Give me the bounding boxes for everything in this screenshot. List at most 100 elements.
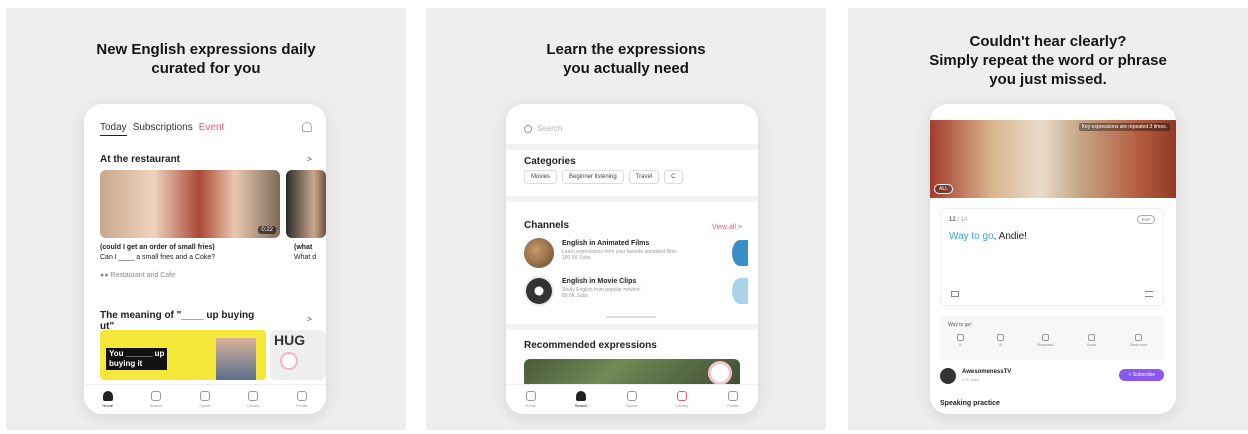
- channel-subs: 100.5K Subs: [562, 255, 591, 261]
- tab-label: Speak: [199, 403, 211, 408]
- film-reel-avatar: [524, 276, 554, 306]
- subtitle-line[interactable]: Way to go, Andie!: [949, 231, 1027, 242]
- tab-label: Search: [574, 403, 588, 408]
- action-more[interactable]: Show more: [1130, 334, 1147, 347]
- person-image: [216, 338, 256, 380]
- fullscreen-icon[interactable]: [1145, 291, 1153, 297]
- tab-label: Home: [102, 403, 114, 408]
- all-button[interactable]: ALL: [934, 184, 953, 194]
- channel-description: Learn expressions from your favorite ani…: [562, 249, 692, 261]
- tab-label: Speak: [626, 403, 638, 408]
- tab-profile[interactable]: Profile: [727, 391, 739, 408]
- category-chip[interactable]: Movies: [524, 170, 558, 184]
- channel-subs: 97K Subs: [962, 377, 980, 382]
- video-thumbnail[interactable]: You ______ up buying it: [100, 330, 266, 380]
- tab-search[interactable]: Search: [149, 391, 163, 408]
- action-b[interactable]: B: [997, 334, 1005, 347]
- speak-icon: [626, 391, 637, 401]
- bell-icon[interactable]: [302, 122, 312, 132]
- action-label: B: [999, 343, 1002, 347]
- card-subtitle: Can I ____ a small fries and a Coke?: [100, 254, 216, 261]
- bookmark-icon: [1041, 334, 1049, 341]
- channel-avatar[interactable]: [940, 368, 956, 384]
- channel-title: English in Animated Films: [562, 240, 650, 247]
- channel-item[interactable]: English in Movie Clips Study English fro…: [524, 276, 748, 306]
- actions-label: Way to go!: [948, 322, 972, 328]
- repeat-note: Key expressions are repeated 3 times.: [1078, 123, 1170, 131]
- tab-today[interactable]: Today: [100, 122, 127, 136]
- section-title-meaning: The meaning of "____ up buying ut": [100, 310, 255, 332]
- share-icon: [1087, 334, 1095, 341]
- highlighted-expression[interactable]: Way to go: [949, 231, 994, 242]
- panel-headline: Couldn't hear clearly? Simply repeat the…: [929, 33, 1167, 88]
- channels-title: Channels: [524, 220, 570, 231]
- thumb-icon: [956, 334, 964, 341]
- home-icon: [102, 391, 113, 401]
- channel-title: English in Movie Clips: [562, 278, 637, 285]
- side-caption: HUG: [274, 332, 306, 348]
- library-icon: [677, 391, 688, 401]
- subtitle-toggle-icon[interactable]: [951, 291, 959, 297]
- video-thumbnail[interactable]: 0:22: [100, 170, 280, 238]
- tab-label: Library: [676, 403, 689, 408]
- video-player[interactable]: Key expressions are repeated 3 times. AL…: [930, 120, 1176, 198]
- tab-subscriptions[interactable]: Subscriptions: [133, 122, 193, 136]
- video-caption: You ______ up buying it: [106, 348, 168, 370]
- action-bookmark[interactable]: Bookmark: [1037, 334, 1054, 347]
- tag-label: Restaurant and Cafe: [110, 272, 176, 279]
- chevron-right-icon[interactable]: >: [307, 154, 312, 164]
- phone-mockup: Key expressions are repeated 3 times. AL…: [930, 104, 1176, 414]
- action-share[interactable]: Share: [1087, 334, 1096, 347]
- search-input[interactable]: Search: [524, 124, 562, 133]
- home-icon: [525, 391, 536, 401]
- subtitle-rest: , Andie!: [993, 231, 1028, 242]
- tab-event[interactable]: Event: [199, 122, 225, 136]
- carousel-indicator: [606, 316, 656, 318]
- search-icon: [524, 124, 532, 133]
- panel-headline: New English expressions daily curated fo…: [96, 41, 316, 77]
- category-chip[interactable]: Beginner listening: [562, 170, 624, 184]
- tab-label: Profile: [296, 403, 308, 408]
- tab-library[interactable]: Library: [247, 391, 260, 408]
- expression-actions: Way to go! A B Bookmark Share Show more: [940, 316, 1164, 360]
- tab-home[interactable]: Home: [525, 391, 536, 408]
- video-thumbnail-next[interactable]: HUG: [270, 330, 326, 380]
- category-chip[interactable]: Travel: [628, 170, 660, 184]
- category-chips: Movies Beginner listening Travel C: [524, 170, 683, 184]
- view-all-link[interactable]: View all >: [712, 224, 742, 231]
- screenshot-panel-repeat: Couldn't hear clearly? Simply repeat the…: [848, 8, 1248, 430]
- subscribe-button[interactable]: + Subscribe: [1119, 369, 1164, 381]
- video-thumbnail-next[interactable]: [286, 170, 326, 238]
- chevron-right-icon[interactable]: >: [307, 314, 312, 324]
- phone-mockup: Today Subscriptions Event At the restaur…: [84, 104, 326, 414]
- profile-icon: [727, 391, 738, 401]
- tab-label: Search: [149, 403, 163, 408]
- tab-library[interactable]: Library: [676, 391, 689, 408]
- tab-speak[interactable]: Speak: [626, 391, 638, 408]
- timecode-current: 12: [949, 217, 956, 223]
- play-badge-icon: [708, 361, 732, 385]
- expression-pill[interactable]: EXP: [1136, 215, 1155, 224]
- tab-search[interactable]: Search: [574, 391, 588, 408]
- tab-profile[interactable]: Profile: [296, 391, 308, 408]
- search-icon: [151, 391, 162, 401]
- search-icon: [576, 391, 587, 401]
- channel-name[interactable]: AwesomenessTV: [962, 369, 1011, 375]
- tab-speak[interactable]: Speak: [199, 391, 211, 408]
- categories-title: Categories: [524, 156, 576, 167]
- tab-home[interactable]: Home: [102, 391, 113, 408]
- tag-icon: ●●: [100, 272, 111, 279]
- section-divider: [506, 196, 758, 202]
- channel-avatar: [524, 238, 554, 268]
- next-channel-peek: [732, 278, 748, 304]
- category-chip[interactable]: C: [664, 170, 683, 184]
- action-label: Share: [1086, 343, 1097, 347]
- category-tag[interactable]: ●● Restaurant and Cafe: [100, 272, 175, 279]
- action-label: Bookmark: [1037, 343, 1054, 347]
- channel-item[interactable]: English in Animated Films Learn expressi…: [524, 238, 748, 268]
- action-a[interactable]: A: [956, 334, 964, 347]
- timecode: 12 / 14: [949, 217, 967, 223]
- card-title-next: (what: [294, 244, 313, 251]
- speak-icon: [199, 391, 210, 401]
- timecode-total: / 14: [955, 217, 968, 223]
